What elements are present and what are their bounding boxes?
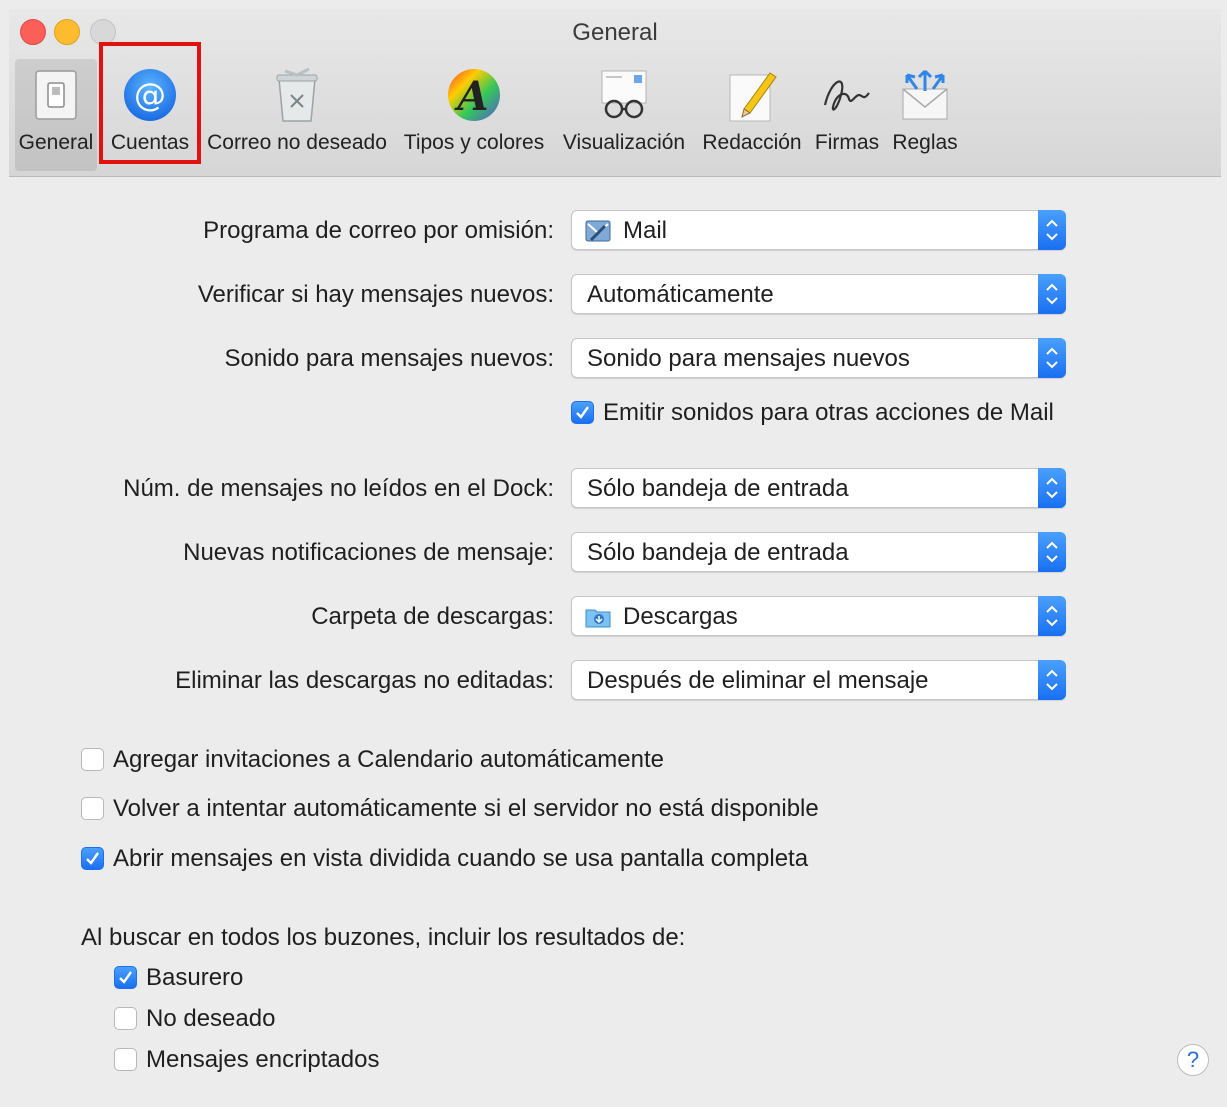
remove-downloads-popup[interactable]: Después de eliminar el mensaje xyxy=(571,660,1066,700)
search-trash-label: Basurero xyxy=(146,964,244,991)
label-downloads-folder: Carpeta de descargas: xyxy=(311,603,554,630)
toolbar-item-viewing[interactable]: Visualización xyxy=(559,59,689,171)
dock-unread-stepper xyxy=(1038,468,1066,508)
search-section-title: Al buscar en todos los buzones, incluir … xyxy=(81,924,686,951)
viewing-glasses-icon xyxy=(601,70,647,119)
mail-app-icon xyxy=(585,220,611,242)
toolbar-label-signatures: Firmas xyxy=(814,131,880,154)
svg-text:A: A xyxy=(453,73,488,120)
toolbar-label-junk: Correo no deseado xyxy=(207,131,387,154)
row-remove-downloads: Eliminar las descargas no editadas: Desp… xyxy=(9,660,1221,702)
downloads-folder-icon xyxy=(585,609,611,628)
updown-chevron-icon xyxy=(1046,541,1058,563)
search-encrypted-checkbox[interactable] xyxy=(114,1048,137,1071)
toolbar-label-rules: Reglas xyxy=(892,131,958,154)
toolbar-label-general: General xyxy=(18,131,94,154)
downloads-folder-stepper xyxy=(1038,596,1066,636)
toolbar-item-fonts-colors[interactable]: A Tipos y colores xyxy=(399,59,549,171)
row-check-new: Verificar si hay mensajes nuevos: Automá… xyxy=(9,274,1221,316)
split-view-checkbox[interactable] xyxy=(81,847,104,870)
updown-chevron-icon xyxy=(1046,283,1058,305)
search-junk-label: No deseado xyxy=(146,1005,276,1032)
label-notifications: Nuevas notificaciones de mensaje: xyxy=(183,539,554,566)
check-new-popup[interactable]: Automáticamente xyxy=(571,274,1066,314)
toolbar-item-general[interactable]: General xyxy=(15,59,97,171)
add-invitations-label: Agregar invitaciones a Calendario automá… xyxy=(113,746,664,773)
new-sound-value: Sonido para mensajes nuevos xyxy=(587,345,910,372)
remove-downloads-stepper xyxy=(1038,660,1066,700)
retry-server-label: Volver a intentar automáticamente si el … xyxy=(113,795,819,822)
font-colors-icon: A xyxy=(448,69,500,121)
toolbar-label-fonts-colors: Tipos y colores xyxy=(403,131,545,154)
checkmark-icon xyxy=(119,971,132,984)
row-dock-unread: Núm. de mensajes no leídos en el Dock: S… xyxy=(9,468,1221,510)
search-trash-checkbox[interactable] xyxy=(114,966,137,989)
row-downloads-folder: Carpeta de descargas: Descargas xyxy=(9,596,1221,638)
row-notifications: Nuevas notificaciones de mensaje: Sólo b… xyxy=(9,532,1221,574)
notifications-stepper xyxy=(1038,532,1066,572)
rules-envelope-icon xyxy=(902,69,948,120)
default-mail-popup[interactable]: Mail xyxy=(571,210,1066,250)
checkmark-icon xyxy=(576,406,589,419)
dock-unread-popup[interactable]: Sólo bandeja de entrada xyxy=(571,468,1066,508)
new-sound-stepper xyxy=(1038,338,1066,378)
new-sound-popup[interactable]: Sonido para mensajes nuevos xyxy=(571,338,1066,378)
label-remove-downloads: Eliminar las descargas no editadas: xyxy=(175,667,554,694)
play-sounds-label: Emitir sonidos para otras acciones de Ma… xyxy=(603,399,1054,426)
row-default-mail: Programa de correo por omisión: Mail xyxy=(9,210,1221,252)
play-sounds-checkbox[interactable] xyxy=(571,401,594,424)
label-new-sound: Sonido para mensajes nuevos: xyxy=(224,345,554,372)
updown-chevron-icon xyxy=(1046,669,1058,691)
split-view-label: Abrir mensajes en vista dividida cuando … xyxy=(113,845,809,872)
signature-icon xyxy=(823,80,870,111)
retry-server-checkbox[interactable] xyxy=(81,797,104,820)
notifications-value: Sólo bandeja de entrada xyxy=(587,539,849,566)
preferences-window: General General @ Cuentas Correo no dese… xyxy=(9,9,1221,1097)
notifications-popup[interactable]: Sólo bandeja de entrada xyxy=(571,532,1066,572)
pencil-compose-icon xyxy=(729,72,777,122)
toolbar-item-signatures[interactable]: Firmas xyxy=(809,59,885,171)
updown-chevron-icon xyxy=(1046,605,1058,627)
check-new-stepper xyxy=(1038,274,1066,314)
default-mail-value: Mail xyxy=(623,217,668,244)
titlebar: General General @ Cuentas Correo no dese… xyxy=(9,9,1221,177)
toolbar-item-rules[interactable]: Reglas xyxy=(887,59,963,171)
help-button[interactable]: ? xyxy=(1177,1044,1209,1076)
add-invitations-checkbox[interactable] xyxy=(81,748,104,771)
check-new-value: Automáticamente xyxy=(587,281,774,308)
label-check-new: Verificar si hay mensajes nuevos: xyxy=(197,281,554,308)
label-dock-unread: Núm. de mensajes no leídos en el Dock: xyxy=(123,475,554,502)
toolbar-item-composing[interactable]: Redacción xyxy=(699,59,805,171)
toolbar-label-viewing: Visualización xyxy=(562,131,686,154)
toolbar-item-junk[interactable]: Correo no deseado xyxy=(205,59,389,171)
remove-downloads-value: Después de eliminar el mensaje xyxy=(587,667,929,694)
junk-trash-icon xyxy=(276,67,318,122)
search-encrypted-label: Mensajes encriptados xyxy=(146,1046,380,1073)
default-mail-stepper xyxy=(1038,210,1066,250)
highlight-annotation xyxy=(99,42,201,164)
updown-chevron-icon xyxy=(1046,347,1058,369)
downloads-folder-popup[interactable]: Descargas xyxy=(571,596,1066,636)
dock-unread-value: Sólo bandeja de entrada xyxy=(587,475,849,502)
updown-chevron-icon xyxy=(1046,219,1058,241)
downloads-folder-value: Descargas xyxy=(623,603,738,630)
row-new-sound: Sonido para mensajes nuevos: Sonido para… xyxy=(9,338,1221,380)
toolbar-label-composing: Redacción xyxy=(702,131,802,154)
updown-chevron-icon xyxy=(1046,477,1058,499)
label-default-mail: Programa de correo por omisión: xyxy=(203,217,554,244)
general-switch-icon xyxy=(35,70,77,120)
checkmark-icon xyxy=(86,852,99,865)
search-junk-checkbox[interactable] xyxy=(114,1007,137,1030)
